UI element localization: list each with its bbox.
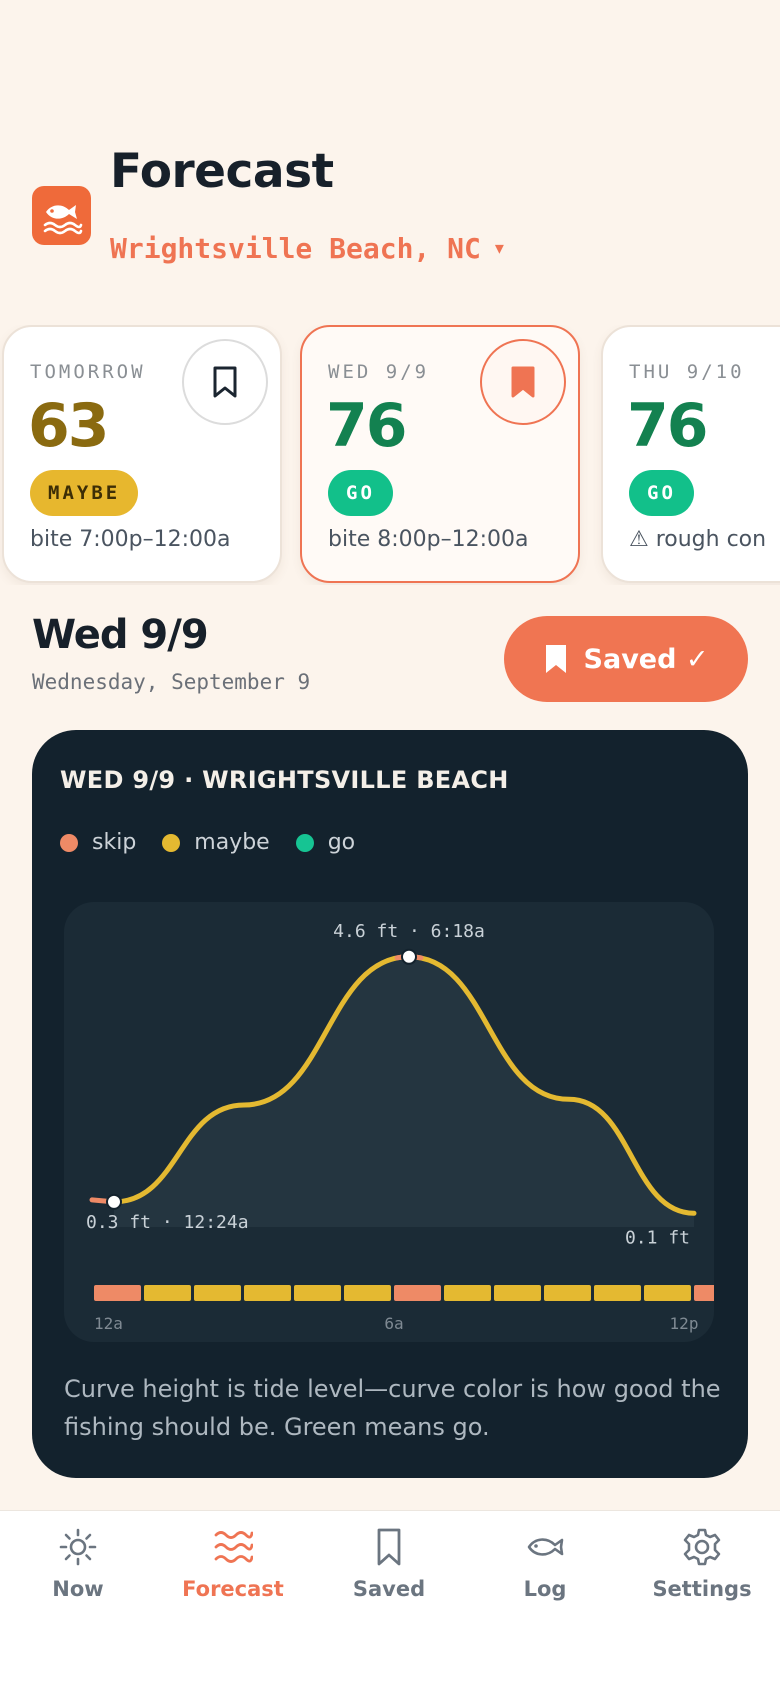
tide-annotation: 4.6 ft · 6:18a [333, 921, 485, 942]
verdict-badge: GO [629, 470, 694, 516]
verdict-badge: GO [328, 470, 393, 516]
tide-chart-svg: 0.3 ft · 12:24a 4.6 ft · 6:18a 0.1 ft 12a 6a… [86, 921, 714, 1333]
rating-segment-maybe [444, 1285, 491, 1301]
day-card-tomorrow[interactable]: TOMORROW 63 MAYBE bite 7:00p–12:00a [2, 325, 282, 583]
rating-segment-maybe [344, 1285, 391, 1301]
tide-chart-card: WED 9/9 · WRIGHTSVILLE BEACH skip maybe … [32, 730, 748, 1478]
conditions-warning: ⚠ rough con [629, 527, 767, 552]
rating-segment-skip [94, 1285, 141, 1301]
nav-item-settings[interactable]: Settings [632, 1527, 772, 1601]
tide-annotation: 0.3 ft · 12:24a [86, 1212, 249, 1233]
day-title: Wed 9/9 [32, 612, 209, 658]
legend-item-skip: skip [60, 830, 136, 855]
rating-segment-maybe [294, 1285, 341, 1301]
tide-marker [106, 1193, 122, 1210]
legend-label: maybe [194, 830, 270, 855]
day-card-score: 76 [627, 391, 708, 461]
day-card-wed[interactable]: WED 9/9 76 GO bite 8:00p–12:00a [300, 325, 580, 583]
legend-dot [295, 833, 314, 852]
page-header: Forecast Wrightsville Beach, NC ▾ [32, 140, 732, 280]
rating-segment-skip [394, 1285, 441, 1301]
legend-dot [162, 833, 181, 852]
rating-segment-maybe [644, 1285, 691, 1301]
day-card-label: THU 9/10 [629, 361, 745, 383]
chevron-down-icon: ▾ [494, 238, 504, 259]
saved-button-label: Saved ✓ [583, 643, 709, 675]
location-label: Wrightsville Beach, NC [110, 232, 481, 265]
day-subtitle: Wednesday, September 9 [32, 670, 311, 694]
location-selector[interactable]: Wrightsville Beach, NC ▾ [110, 232, 504, 265]
day-card-label: WED 9/9 [328, 361, 430, 383]
chart-legend: skip maybe go [60, 830, 363, 855]
legend-dot [60, 833, 78, 852]
bookmark-outline-icon [213, 366, 237, 398]
tide-annotation: 0.1 ft [625, 1227, 690, 1248]
page-title: Forecast [110, 144, 334, 199]
verdict-badge: MAYBE [30, 470, 139, 516]
legend-label: skip [92, 830, 137, 855]
x-tick-label: 12p [670, 1314, 699, 1333]
bite-window: bite 8:00p–12:00a [328, 527, 529, 552]
sun-icon [59, 1528, 97, 1566]
legend-item-maybe: maybe [162, 830, 270, 855]
rating-segment-maybe [544, 1285, 591, 1301]
rating-segment-maybe [144, 1285, 191, 1301]
x-tick-label: 6a [384, 1314, 403, 1333]
tide-chart[interactable]: 0.3 ft · 12:24a 4.6 ft · 6:18a 0.1 ft 12a 6a… [64, 902, 714, 1342]
x-tick-label: 12a [94, 1314, 123, 1333]
nav-label: Forecast [182, 1577, 284, 1601]
day-card-score: 63 [28, 391, 109, 461]
nav-label: Settings [652, 1577, 752, 1601]
tide-area [114, 956, 694, 1227]
day-cards-carousel[interactable]: TOMORROW 63 MAYBE bite 7:00p–12:00a WED … [0, 325, 780, 585]
nav-label: Saved [352, 1577, 426, 1601]
chart-caption: Curve height is tide level—curve color i… [64, 1375, 721, 1441]
nav-item-saved[interactable]: Saved [319, 1527, 459, 1601]
rating-segment-maybe [494, 1285, 541, 1301]
rating-segment-maybe [594, 1285, 641, 1301]
waves-icon [214, 1531, 253, 1563]
bite-window: bite 7:00p–12:00a [30, 527, 231, 552]
legend-item-go: go [295, 830, 356, 855]
bookmark-filled-icon [545, 645, 566, 673]
rating-segment-skip [694, 1285, 714, 1301]
bookmark-button[interactable] [480, 339, 566, 425]
day-card-label: TOMORROW [30, 361, 146, 383]
bottom-navigation: Now Forecast Saved Log Settings [0, 1510, 780, 1691]
bookmark-button[interactable] [182, 339, 268, 425]
rating-segment-maybe [194, 1285, 241, 1301]
tide-marker [401, 948, 417, 965]
nav-item-log[interactable]: Log [475, 1527, 615, 1601]
day-card-thu[interactable]: THU 9/10 76 GO ⚠ rough con [601, 325, 780, 583]
rating-segment-maybe [244, 1285, 291, 1301]
nav-label: Log [523, 1577, 567, 1601]
chart-title: WED 9/9 · WRIGHTSVILLE BEACH [60, 766, 509, 794]
bookmark-icon [377, 1528, 401, 1566]
saved-button[interactable]: Saved ✓ [504, 616, 748, 702]
fish-icon [527, 1538, 564, 1556]
bookmark-filled-icon [511, 366, 535, 398]
nav-item-forecast[interactable]: Forecast [163, 1527, 303, 1601]
app-logo-icon [32, 186, 91, 245]
nav-label: Now [52, 1577, 104, 1601]
gear-icon [683, 1528, 721, 1566]
legend-label: go [327, 830, 356, 855]
nav-item-now[interactable]: Now [8, 1527, 148, 1601]
day-card-score: 76 [326, 391, 407, 461]
